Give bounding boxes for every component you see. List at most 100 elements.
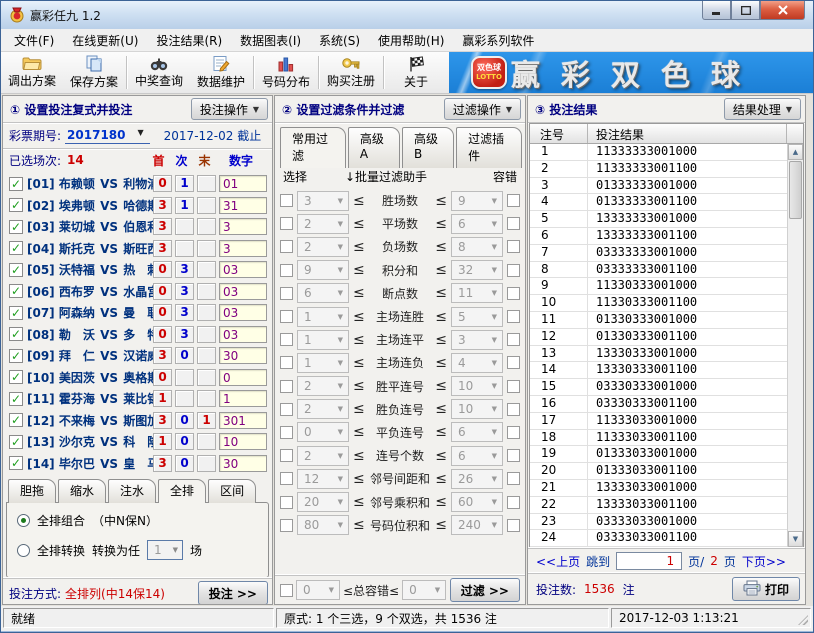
- digits-box[interactable]: 30: [219, 347, 267, 364]
- filter-min-dropdown[interactable]: 9▼: [297, 260, 349, 280]
- draw-box[interactable]: 3: [175, 283, 194, 300]
- filter-tolerance-checkbox[interactable]: [507, 472, 520, 485]
- draw-box[interactable]: [175, 390, 194, 407]
- result-row[interactable]: 12 01330333001100: [530, 329, 787, 346]
- result-row[interactable]: 21 13333033001000: [530, 480, 787, 497]
- away-win-box[interactable]: [197, 218, 216, 235]
- filter-tolerance-checkbox[interactable]: [507, 449, 520, 462]
- filter-max-dropdown[interactable]: 60▼: [451, 492, 503, 512]
- match-checkbox[interactable]: ✓: [9, 177, 23, 191]
- tab-dantuo[interactable]: 胆拖: [8, 479, 56, 503]
- print-button[interactable]: 打印: [732, 577, 800, 601]
- away-win-box[interactable]: [197, 175, 216, 192]
- match-checkbox[interactable]: ✓: [9, 413, 23, 427]
- total-tolerance-min-dropdown[interactable]: 0▼: [296, 580, 340, 600]
- filter-tolerance-checkbox[interactable]: [507, 287, 520, 300]
- filter-select-checkbox[interactable]: [280, 194, 293, 207]
- result-row[interactable]: 5 13333333001000: [530, 211, 787, 228]
- menu-item[interactable]: 赢彩系列软件: [453, 29, 543, 52]
- away-win-box[interactable]: [197, 197, 216, 214]
- result-row[interactable]: 3 01333333001000: [530, 178, 787, 195]
- match-checkbox[interactable]: ✓: [9, 349, 23, 363]
- menu-item[interactable]: 投注结果(R): [147, 29, 231, 52]
- filter-tolerance-checkbox[interactable]: [507, 426, 520, 439]
- filter-min-dropdown[interactable]: 3▼: [297, 191, 349, 211]
- filter-tolerance-checkbox[interactable]: [507, 403, 520, 416]
- scroll-up-icon[interactable]: ▲: [788, 144, 803, 160]
- away-win-box[interactable]: [197, 240, 216, 257]
- filter-max-dropdown[interactable]: 10▼: [451, 376, 503, 396]
- filter-max-dropdown[interactable]: 5▼: [451, 307, 503, 327]
- scrollbar-thumb[interactable]: [789, 161, 802, 219]
- home-win-box[interactable]: 3: [153, 455, 172, 472]
- filter-select-checkbox[interactable]: [280, 519, 293, 532]
- home-win-box[interactable]: 3: [153, 218, 172, 235]
- filter-min-dropdown[interactable]: 2▼: [297, 376, 349, 396]
- total-tolerance-checkbox[interactable]: [280, 584, 293, 597]
- match-checkbox[interactable]: ✓: [9, 241, 23, 255]
- period-dropdown[interactable]: 2017180▼: [65, 128, 150, 144]
- digits-box[interactable]: 01: [219, 175, 267, 192]
- digits-box[interactable]: 301: [219, 412, 267, 429]
- results-scrollbar[interactable]: ▲ ▼: [787, 144, 803, 547]
- filter-max-dropdown[interactable]: 6▼: [451, 446, 503, 466]
- prev-page-link[interactable]: <<上页: [536, 553, 580, 570]
- result-row[interactable]: 20 01333033001100: [530, 463, 787, 480]
- digits-box[interactable]: 03: [219, 326, 267, 343]
- tab-suoshui[interactable]: 缩水: [58, 479, 106, 503]
- away-win-box[interactable]: 1: [197, 412, 216, 429]
- menu-item[interactable]: 文件(F): [5, 29, 63, 52]
- home-win-box[interactable]: 0: [153, 369, 172, 386]
- tab-common-filter[interactable]: 常用过滤: [280, 127, 346, 168]
- convert-count-dropdown[interactable]: 1▼: [147, 540, 183, 560]
- draw-box[interactable]: 3: [175, 261, 194, 278]
- home-win-box[interactable]: 0: [153, 261, 172, 278]
- result-row[interactable]: 23 03333033001000: [530, 514, 787, 531]
- filter-max-dropdown[interactable]: 11▼: [451, 283, 503, 303]
- resize-grip[interactable]: [798, 615, 808, 625]
- away-win-box[interactable]: [197, 261, 216, 278]
- filter-max-dropdown[interactable]: 240▼: [451, 515, 503, 535]
- filter-min-dropdown[interactable]: 1▼: [297, 330, 349, 350]
- menu-item[interactable]: 在线更新(U): [63, 29, 147, 52]
- result-row[interactable]: 24 03333033001100: [530, 530, 787, 547]
- tab-advanced-a[interactable]: 高级A: [348, 127, 400, 168]
- number-distribution-button[interactable]: 号码分布: [255, 52, 317, 93]
- filter-max-dropdown[interactable]: 32▼: [451, 260, 503, 280]
- close-button[interactable]: [760, 1, 805, 20]
- match-checkbox[interactable]: ✓: [9, 198, 23, 212]
- result-row[interactable]: 10 11330333001100: [530, 295, 787, 312]
- home-win-box[interactable]: 0: [153, 175, 172, 192]
- minimize-button[interactable]: [702, 1, 731, 20]
- match-checkbox[interactable]: ✓: [9, 435, 23, 449]
- digits-box[interactable]: 3: [219, 218, 267, 235]
- filter-min-dropdown[interactable]: 2▼: [297, 214, 349, 234]
- filter-tolerance-checkbox[interactable]: [507, 519, 520, 532]
- filter-select-checkbox[interactable]: [280, 264, 293, 277]
- bet-button[interactable]: 投注 >>: [198, 581, 268, 605]
- match-checkbox[interactable]: ✓: [9, 327, 23, 341]
- result-row[interactable]: 11 01330333001000: [530, 312, 787, 329]
- filter-select-checkbox[interactable]: [280, 380, 293, 393]
- filter-tolerance-checkbox[interactable]: [507, 264, 520, 277]
- home-win-box[interactable]: 0: [153, 304, 172, 321]
- filter-tolerance-checkbox[interactable]: [507, 333, 520, 346]
- away-win-box[interactable]: [197, 455, 216, 472]
- prize-query-button[interactable]: 中奖查询: [128, 52, 190, 93]
- filter-min-dropdown[interactable]: 80▼: [297, 515, 349, 535]
- digits-box[interactable]: 3: [219, 240, 267, 257]
- away-win-box[interactable]: [197, 283, 216, 300]
- home-win-box[interactable]: 3: [153, 347, 172, 364]
- filter-operations-button[interactable]: 过滤操作▼: [444, 98, 521, 120]
- convert-radio[interactable]: [17, 544, 30, 557]
- away-win-box[interactable]: [197, 326, 216, 343]
- filter-min-dropdown[interactable]: 1▼: [297, 353, 349, 373]
- result-row[interactable]: 22 13333033001100: [530, 497, 787, 514]
- match-checkbox[interactable]: ✓: [9, 263, 23, 277]
- digits-box[interactable]: 03: [219, 283, 267, 300]
- next-page-link[interactable]: 下页>>: [742, 553, 786, 570]
- filter-min-dropdown[interactable]: 0▼: [297, 422, 349, 442]
- home-win-box[interactable]: 3: [153, 240, 172, 257]
- digits-box[interactable]: 31: [219, 197, 267, 214]
- home-win-box[interactable]: 0: [153, 326, 172, 343]
